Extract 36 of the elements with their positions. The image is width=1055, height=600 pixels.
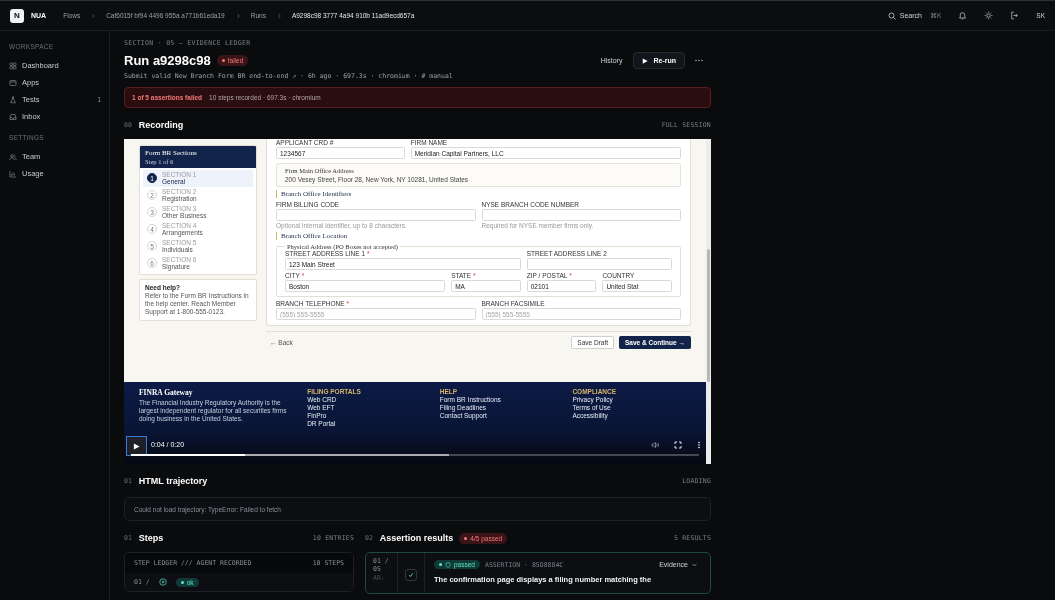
fullscreen-icon[interactable] (674, 441, 682, 449)
input-field[interactable] (481, 209, 681, 221)
flask-icon (9, 95, 17, 104)
play-button[interactable] (126, 436, 147, 456)
search-icon (887, 11, 896, 20)
bell-icon[interactable] (958, 11, 968, 20)
logout-icon[interactable] (1010, 11, 1020, 20)
play-icon (642, 57, 649, 64)
step-icon (158, 578, 167, 586)
chevron-icon (235, 12, 240, 19)
grid-icon (9, 61, 17, 70)
section-title: Assertion results (379, 533, 454, 543)
app-logo[interactable]: N (10, 8, 24, 23)
input-field[interactable] (526, 258, 672, 270)
users-icon (9, 152, 17, 161)
section-title: Steps (138, 533, 164, 543)
window-icon (9, 78, 17, 87)
play-icon (133, 442, 140, 450)
more-vertical-icon[interactable] (695, 441, 703, 449)
assertion-checkbox[interactable] (405, 569, 417, 581)
chevron-down-icon (692, 562, 697, 567)
chevron-icon (91, 12, 96, 19)
video-player[interactable] (124, 139, 711, 464)
scrollbar[interactable] (706, 139, 711, 464)
more-icon[interactable] (695, 59, 703, 62)
check-icon (408, 572, 414, 578)
sun-icon[interactable] (984, 11, 994, 20)
section-title: Recording (138, 120, 184, 130)
inbox-icon (9, 112, 17, 121)
section-title: HTML trajectory (138, 476, 208, 486)
run-title: Run a9298c98 (124, 53, 211, 68)
input-field[interactable] (276, 209, 476, 221)
shield-icon (445, 561, 451, 568)
chart-icon (9, 169, 17, 178)
chevron-icon (276, 12, 281, 19)
volume-icon[interactable] (651, 441, 659, 449)
